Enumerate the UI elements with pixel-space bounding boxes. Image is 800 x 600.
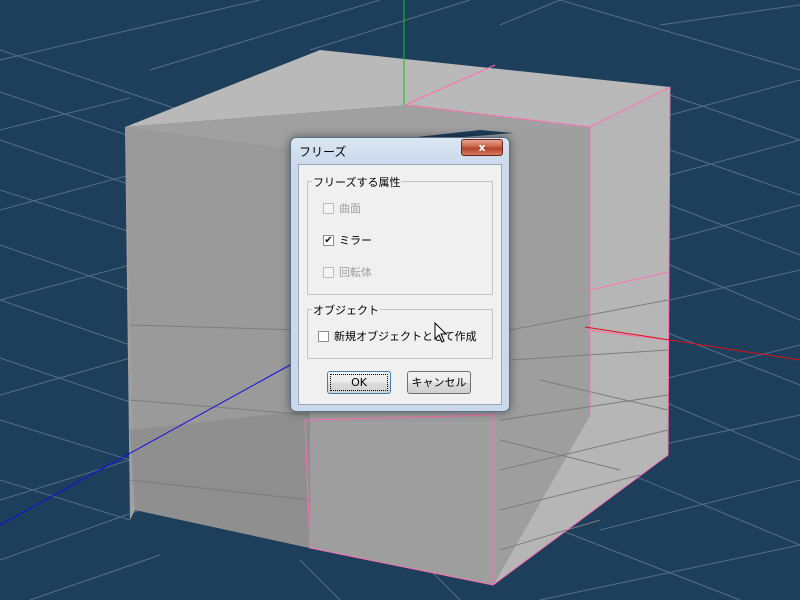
ok-button[interactable]: OK	[327, 371, 391, 394]
dialog-titlebar[interactable]: フリーズ x	[291, 138, 509, 164]
mouse-cursor-icon	[434, 322, 448, 343]
close-icon: x	[478, 141, 486, 154]
checkbox-label-new-object: 新規オブジェクトとして作成	[334, 330, 477, 343]
checkbox-row-surface: 曲面	[323, 200, 361, 216]
checkbox-row-mirror: ✔ ミラー	[323, 232, 372, 248]
freeze-attributes-legend: フリーズする属性	[312, 174, 402, 190]
checkbox-mirror[interactable]: ✔	[323, 234, 334, 246]
object-group: オブジェクト 新規オブジェクトとして作成	[307, 302, 493, 359]
checkbox-revolution[interactable]	[323, 266, 334, 278]
freeze-attributes-group: フリーズする属性 曲面 ✔ ミラー 回転体	[307, 174, 493, 295]
close-button[interactable]: x	[461, 139, 503, 156]
checkbox-row-new-object: 新規オブジェクトとして作成	[318, 328, 477, 344]
cube-lower-face	[130, 410, 310, 548]
checkmark-icon: ✔	[324, 234, 333, 246]
checkbox-surface[interactable]	[323, 202, 334, 214]
checkbox-label-revolution: 回転体	[339, 266, 372, 279]
freeze-dialog: フリーズ x フリーズする属性 曲面 ✔ ミラー 回転体 オブジェクト 新規オブジ…	[290, 137, 510, 412]
checkbox-label-mirror: ミラー	[339, 234, 372, 247]
checkbox-new-object[interactable]	[318, 330, 329, 342]
dialog-client-area: フリーズする属性 曲面 ✔ ミラー 回転体 オブジェクト 新規オブジェクトとして作…	[298, 164, 502, 405]
checkbox-row-revolution: 回転体	[323, 264, 372, 280]
cancel-button[interactable]: キャンセル	[407, 371, 471, 394]
object-group-legend: オブジェクト	[312, 302, 380, 318]
dialog-title: フリーズ	[299, 145, 347, 159]
checkbox-label-surface: 曲面	[339, 202, 361, 215]
